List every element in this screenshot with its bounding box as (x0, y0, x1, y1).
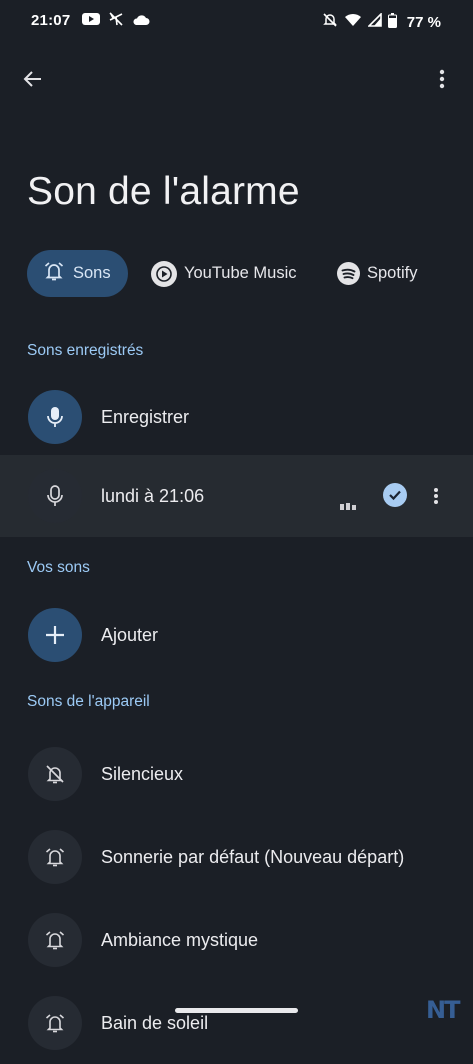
list-item-label: lundi à 21:06 (101, 486, 205, 506)
tab-label: YouTube Music (184, 264, 297, 282)
arrow-back-icon (23, 71, 41, 87)
add-icon (28, 608, 82, 662)
section-header-recorded: Sons enregistrés (27, 342, 144, 359)
list-item-label: Ajouter (101, 625, 159, 645)
youtube-music-icon (151, 260, 177, 287)
watermark-logo: NT (426, 996, 460, 1024)
list-item-record[interactable]: Enregistrer (0, 376, 473, 458)
mic-icon (28, 469, 82, 523)
notifications-off-icon (322, 12, 338, 32)
alarm-off-icon (28, 747, 82, 801)
youtube-icon (82, 12, 100, 30)
section-header-device: Sons de l'appareil (27, 693, 150, 710)
list-item-label: Silencieux (101, 764, 184, 784)
home-indicator[interactable] (175, 1008, 298, 1013)
tab-sons[interactable]: Sons (27, 250, 128, 297)
flight-mode-icon (108, 11, 124, 31)
alarm-bell-icon (28, 830, 82, 884)
list-item-label: Enregistrer (101, 407, 190, 427)
list-item-recording[interactable]: lundi à 21:06 (0, 455, 473, 537)
alarm-bell-icon (28, 996, 82, 1050)
status-right: 77 % (322, 12, 441, 32)
spotify-icon (337, 262, 360, 285)
tab-youtube-music[interactable]: YouTube Music (151, 250, 297, 297)
check-circle-icon (383, 483, 407, 507)
section-header-yours: Vos sons (27, 559, 90, 576)
battery-icon (387, 12, 397, 32)
item-more-button[interactable] (428, 481, 444, 511)
list-item-mystic[interactable]: Ambiance mystique (0, 899, 473, 981)
page-title: Son de l'alarme (27, 170, 300, 213)
source-tabs: Sons YouTube Music Spotify (27, 250, 467, 298)
top-app-bar (0, 56, 473, 104)
playing-wave-icon (340, 497, 356, 515)
mic-icon (28, 390, 82, 444)
more-options-button[interactable] (427, 64, 457, 94)
signal-icon (366, 12, 382, 31)
list-item-sunbath[interactable]: Bain de soleil (0, 982, 473, 1064)
tab-spotify[interactable]: Spotify (337, 250, 417, 297)
list-item-label: Sonnerie par défaut (Nouveau départ) (101, 847, 405, 867)
more-vert-icon (439, 69, 445, 89)
list-item-default-ringtone[interactable]: Sonnerie par défaut (Nouveau départ) (0, 816, 473, 898)
status-time: 21:07 (31, 12, 71, 29)
list-item-silent[interactable]: Silencieux (0, 733, 473, 815)
tab-label: Sons (73, 264, 111, 282)
status-bar: 21:07 77 % (0, 0, 473, 44)
alarm-bell-icon (28, 913, 82, 967)
battery-percent: 77 % (406, 13, 441, 31)
more-vert-icon (434, 488, 438, 504)
cloud-icon (132, 13, 150, 30)
tab-label: Spotify (367, 264, 418, 282)
alarm-bell-icon (43, 260, 65, 287)
list-item-label: Ambiance mystique (101, 930, 259, 950)
wifi-icon (344, 13, 362, 31)
list-item-add[interactable]: Ajouter (0, 594, 473, 676)
back-button[interactable] (18, 64, 48, 94)
status-left-icons (82, 11, 150, 31)
